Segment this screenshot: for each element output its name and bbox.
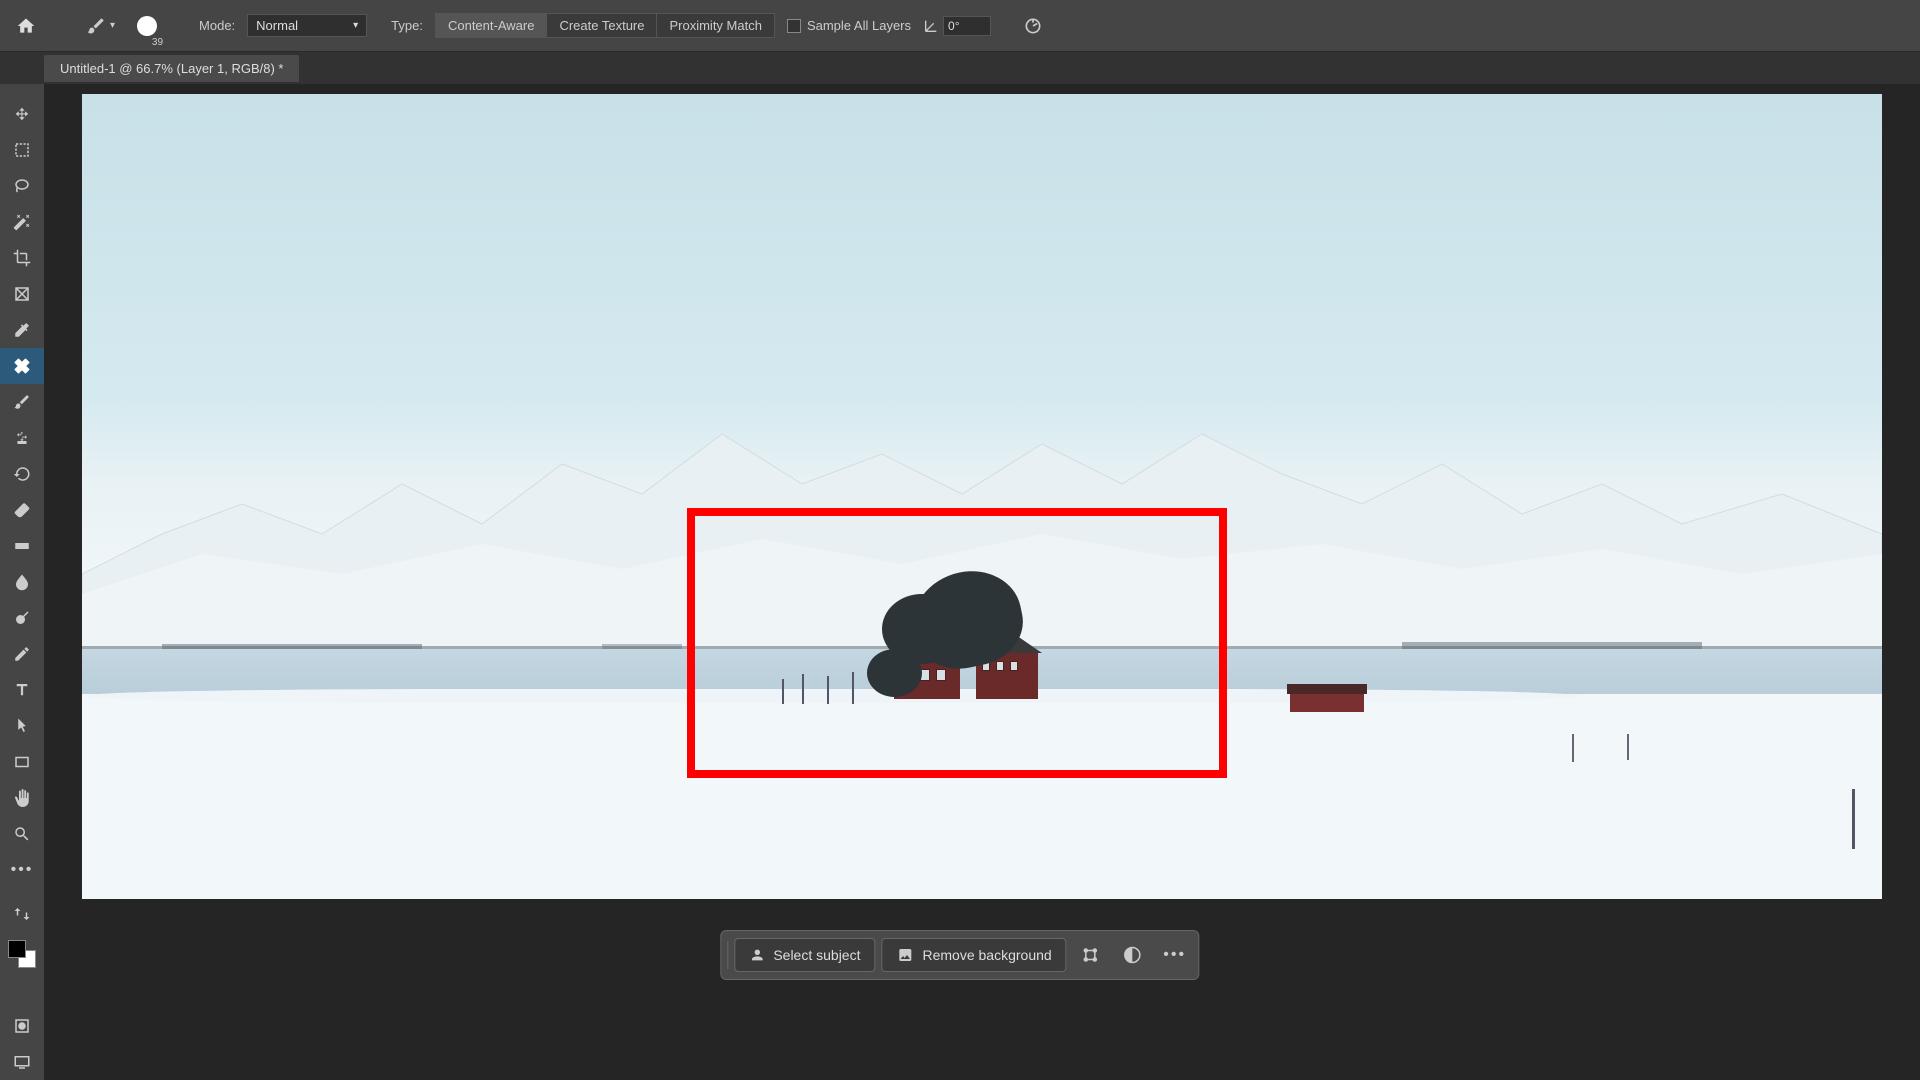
brush-icon [86,16,106,36]
screen-mode-tool[interactable] [0,1044,44,1080]
fence-post [782,679,784,704]
mode-label: Mode: [199,18,235,33]
clone-stamp-tool[interactable] [0,420,44,456]
options-toolbar: ▾ 39 Mode: Normal ▾ Type: Content-Aware … [0,0,1920,52]
angle-icon [923,18,939,34]
angle-control[interactable]: 0° [923,16,991,36]
swap-colors-icon[interactable] [0,896,44,932]
heal-stroke [867,649,922,697]
type-proximity-match[interactable]: Proximity Match [657,13,774,38]
more-tools[interactable]: ••• [0,852,44,888]
select-subject-button[interactable]: Select subject [734,938,875,972]
quick-mask-tool[interactable] [0,1008,44,1044]
adjustment-button[interactable] [1115,937,1151,973]
foreground-color[interactable] [8,940,26,958]
brush-preset-picker[interactable]: ▾ [86,16,115,36]
marquee-tool[interactable] [0,132,44,168]
dodge-tool[interactable] [0,600,44,636]
document-canvas[interactable] [82,94,1882,899]
fence-post [802,674,804,704]
checkbox-icon [787,19,801,33]
heal-stroke [962,584,1012,639]
image-icon [896,947,914,963]
ellipsis-icon: ••• [1163,946,1186,964]
magic-wand-tool[interactable] [0,204,44,240]
eraser-tool[interactable] [0,492,44,528]
person-icon [749,947,765,963]
half-circle-icon [1124,946,1142,964]
divider [727,941,728,969]
fence-post [852,672,854,704]
tools-panel: ••• [0,84,44,1080]
type-create-texture[interactable]: Create Texture [547,13,657,38]
fence-post [1627,734,1629,760]
path-selection-tool[interactable] [0,708,44,744]
select-subject-label: Select subject [773,947,860,963]
pen-tool[interactable] [0,636,44,672]
sample-all-layers-checkbox[interactable]: Sample All Layers [787,18,911,33]
brush-dot-icon [137,16,157,36]
rectangle-tool[interactable] [0,744,44,780]
lasso-tool[interactable] [0,168,44,204]
move-tool[interactable] [0,96,44,132]
fence-post [1852,789,1855,849]
zoom-tool[interactable] [0,816,44,852]
remove-background-label: Remove background [922,947,1051,963]
document-tab[interactable]: Untitled-1 @ 66.7% (Layer 1, RGB/8) * [44,55,299,82]
brush-tool[interactable] [0,384,44,420]
document-tab-title: Untitled-1 @ 66.7% (Layer 1, RGB/8) * [60,61,283,76]
remove-background-button[interactable]: Remove background [881,938,1066,972]
more-actions-button[interactable]: ••• [1157,937,1193,973]
color-swatches[interactable] [8,940,36,968]
history-brush-tool[interactable] [0,456,44,492]
blur-tool[interactable] [0,564,44,600]
frame-tool[interactable] [0,276,44,312]
brush-size-value: 39 [152,37,163,48]
transform-button[interactable] [1073,937,1109,973]
chevron-down-icon: ▾ [110,20,115,31]
eyedropper-tool[interactable] [0,312,44,348]
blend-mode-value: Normal [256,18,298,33]
pressure-settings-icon[interactable] [1023,16,1043,36]
heal-type-group: Content-Aware Create Texture Proximity M… [435,13,775,38]
crop-tool[interactable] [0,240,44,276]
type-content-aware[interactable]: Content-Aware [435,13,547,38]
transform-icon [1082,946,1100,964]
chevron-down-icon: ▾ [353,20,358,31]
fence-post [827,676,829,704]
contextual-task-bar: Select subject Remove background ••• [720,930,1199,980]
brush-size-preview[interactable]: 39 [137,16,157,36]
snow-foreground [82,694,1882,899]
type-tool[interactable] [0,672,44,708]
fence-post [1572,734,1574,762]
healing-brush-tool[interactable] [0,348,44,384]
sample-all-label: Sample All Layers [807,18,911,33]
document-tab-bar: Untitled-1 @ 66.7% (Layer 1, RGB/8) * [44,52,299,84]
blend-mode-select[interactable]: Normal ▾ [247,14,367,37]
type-label: Type: [391,18,423,33]
angle-value[interactable]: 0° [943,16,991,36]
home-button[interactable] [8,8,44,44]
hand-tool[interactable] [0,780,44,816]
gradient-tool[interactable] [0,528,44,564]
